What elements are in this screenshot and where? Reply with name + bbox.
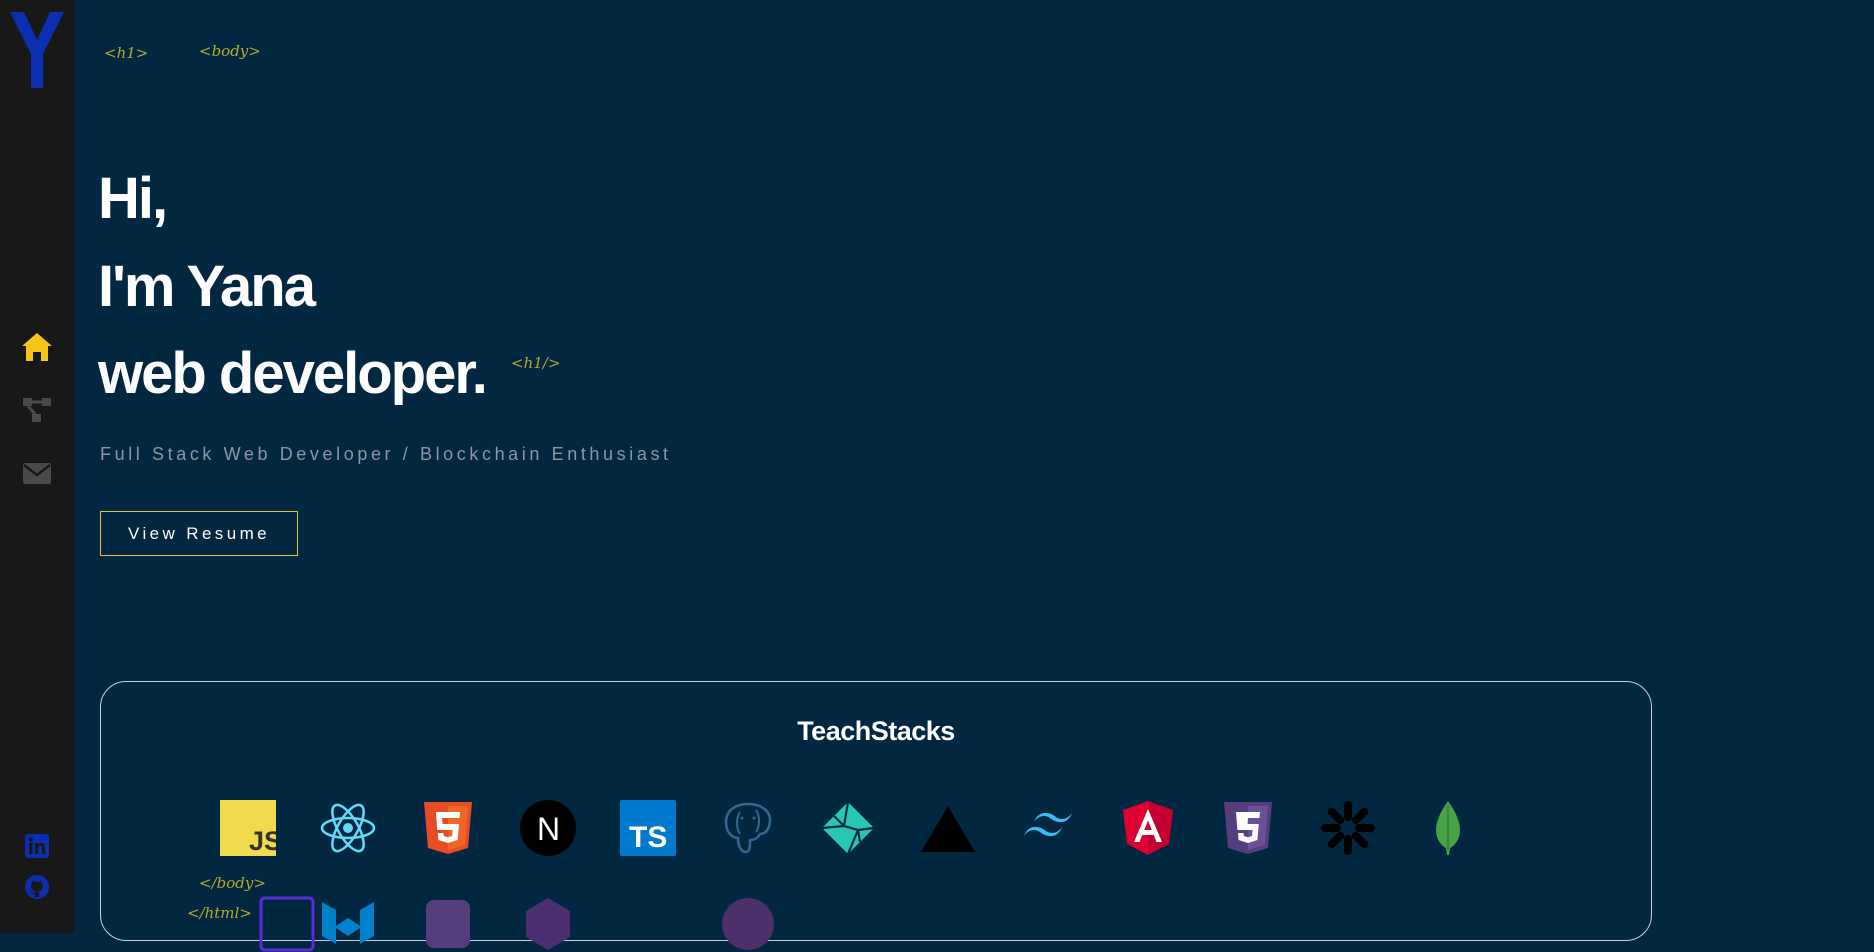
- hero-subtitle: Full Stack Web Developer / Blockchain En…: [100, 444, 672, 464]
- linkedin-icon[interactable]: [25, 834, 49, 858]
- material-ui-icon: [320, 896, 376, 952]
- openai-icon: [1320, 800, 1376, 856]
- redux-saga-icon: [720, 896, 776, 952]
- svg-text:TS: TS: [629, 821, 667, 854]
- github-icon[interactable]: [25, 875, 49, 899]
- svg-text:N: N: [537, 811, 560, 847]
- tech-stack-card: TeachStacks JS N TS: [100, 681, 1652, 952]
- logo-y-icon[interactable]: [10, 12, 65, 88]
- angular-icon: [1120, 800, 1176, 856]
- h1-close-tag: <h1/>: [511, 354, 561, 372]
- tailwind-icon: [1020, 800, 1076, 856]
- sidebar: [0, 0, 75, 933]
- h1-open-tag: <h1>: [104, 44, 149, 62]
- hero-line-hi: Hi,: [98, 166, 168, 231]
- nextjs-icon: N: [520, 800, 576, 856]
- netlify-icon: [820, 800, 876, 856]
- hero-line-role: web developer.: [98, 341, 488, 406]
- nav-mail-icon[interactable]: [19, 455, 55, 491]
- nav-home-icon[interactable]: [19, 329, 55, 365]
- react-icon: [320, 800, 376, 856]
- svg-text:JS: JS: [249, 826, 276, 856]
- mongodb-icon: [1420, 800, 1476, 856]
- graphql-icon: [520, 896, 576, 952]
- body-open-tag: <body>: [199, 42, 261, 60]
- nav-projects-icon[interactable]: [19, 392, 55, 428]
- vercel-icon: [920, 800, 976, 856]
- main-content: <h1> <body> Hi, I'm Yana web developer. …: [75, 0, 1874, 952]
- hero-line-name: I'm Yana: [98, 254, 316, 319]
- body-close-tag: </body>: [199, 874, 266, 892]
- postgresql-icon: [720, 800, 776, 856]
- tech-stack-title: TeachStacks: [797, 716, 955, 746]
- html5-icon: [420, 800, 476, 856]
- view-resume-button[interactable]: View Resume: [100, 511, 298, 556]
- html-close-tag: </html>: [187, 904, 252, 922]
- css3-icon: [1220, 800, 1276, 856]
- bootstrap-icon: [420, 896, 476, 952]
- typescript-icon: TS: [620, 800, 676, 856]
- redux-icon: [259, 896, 315, 952]
- javascript-icon: JS: [220, 800, 276, 856]
